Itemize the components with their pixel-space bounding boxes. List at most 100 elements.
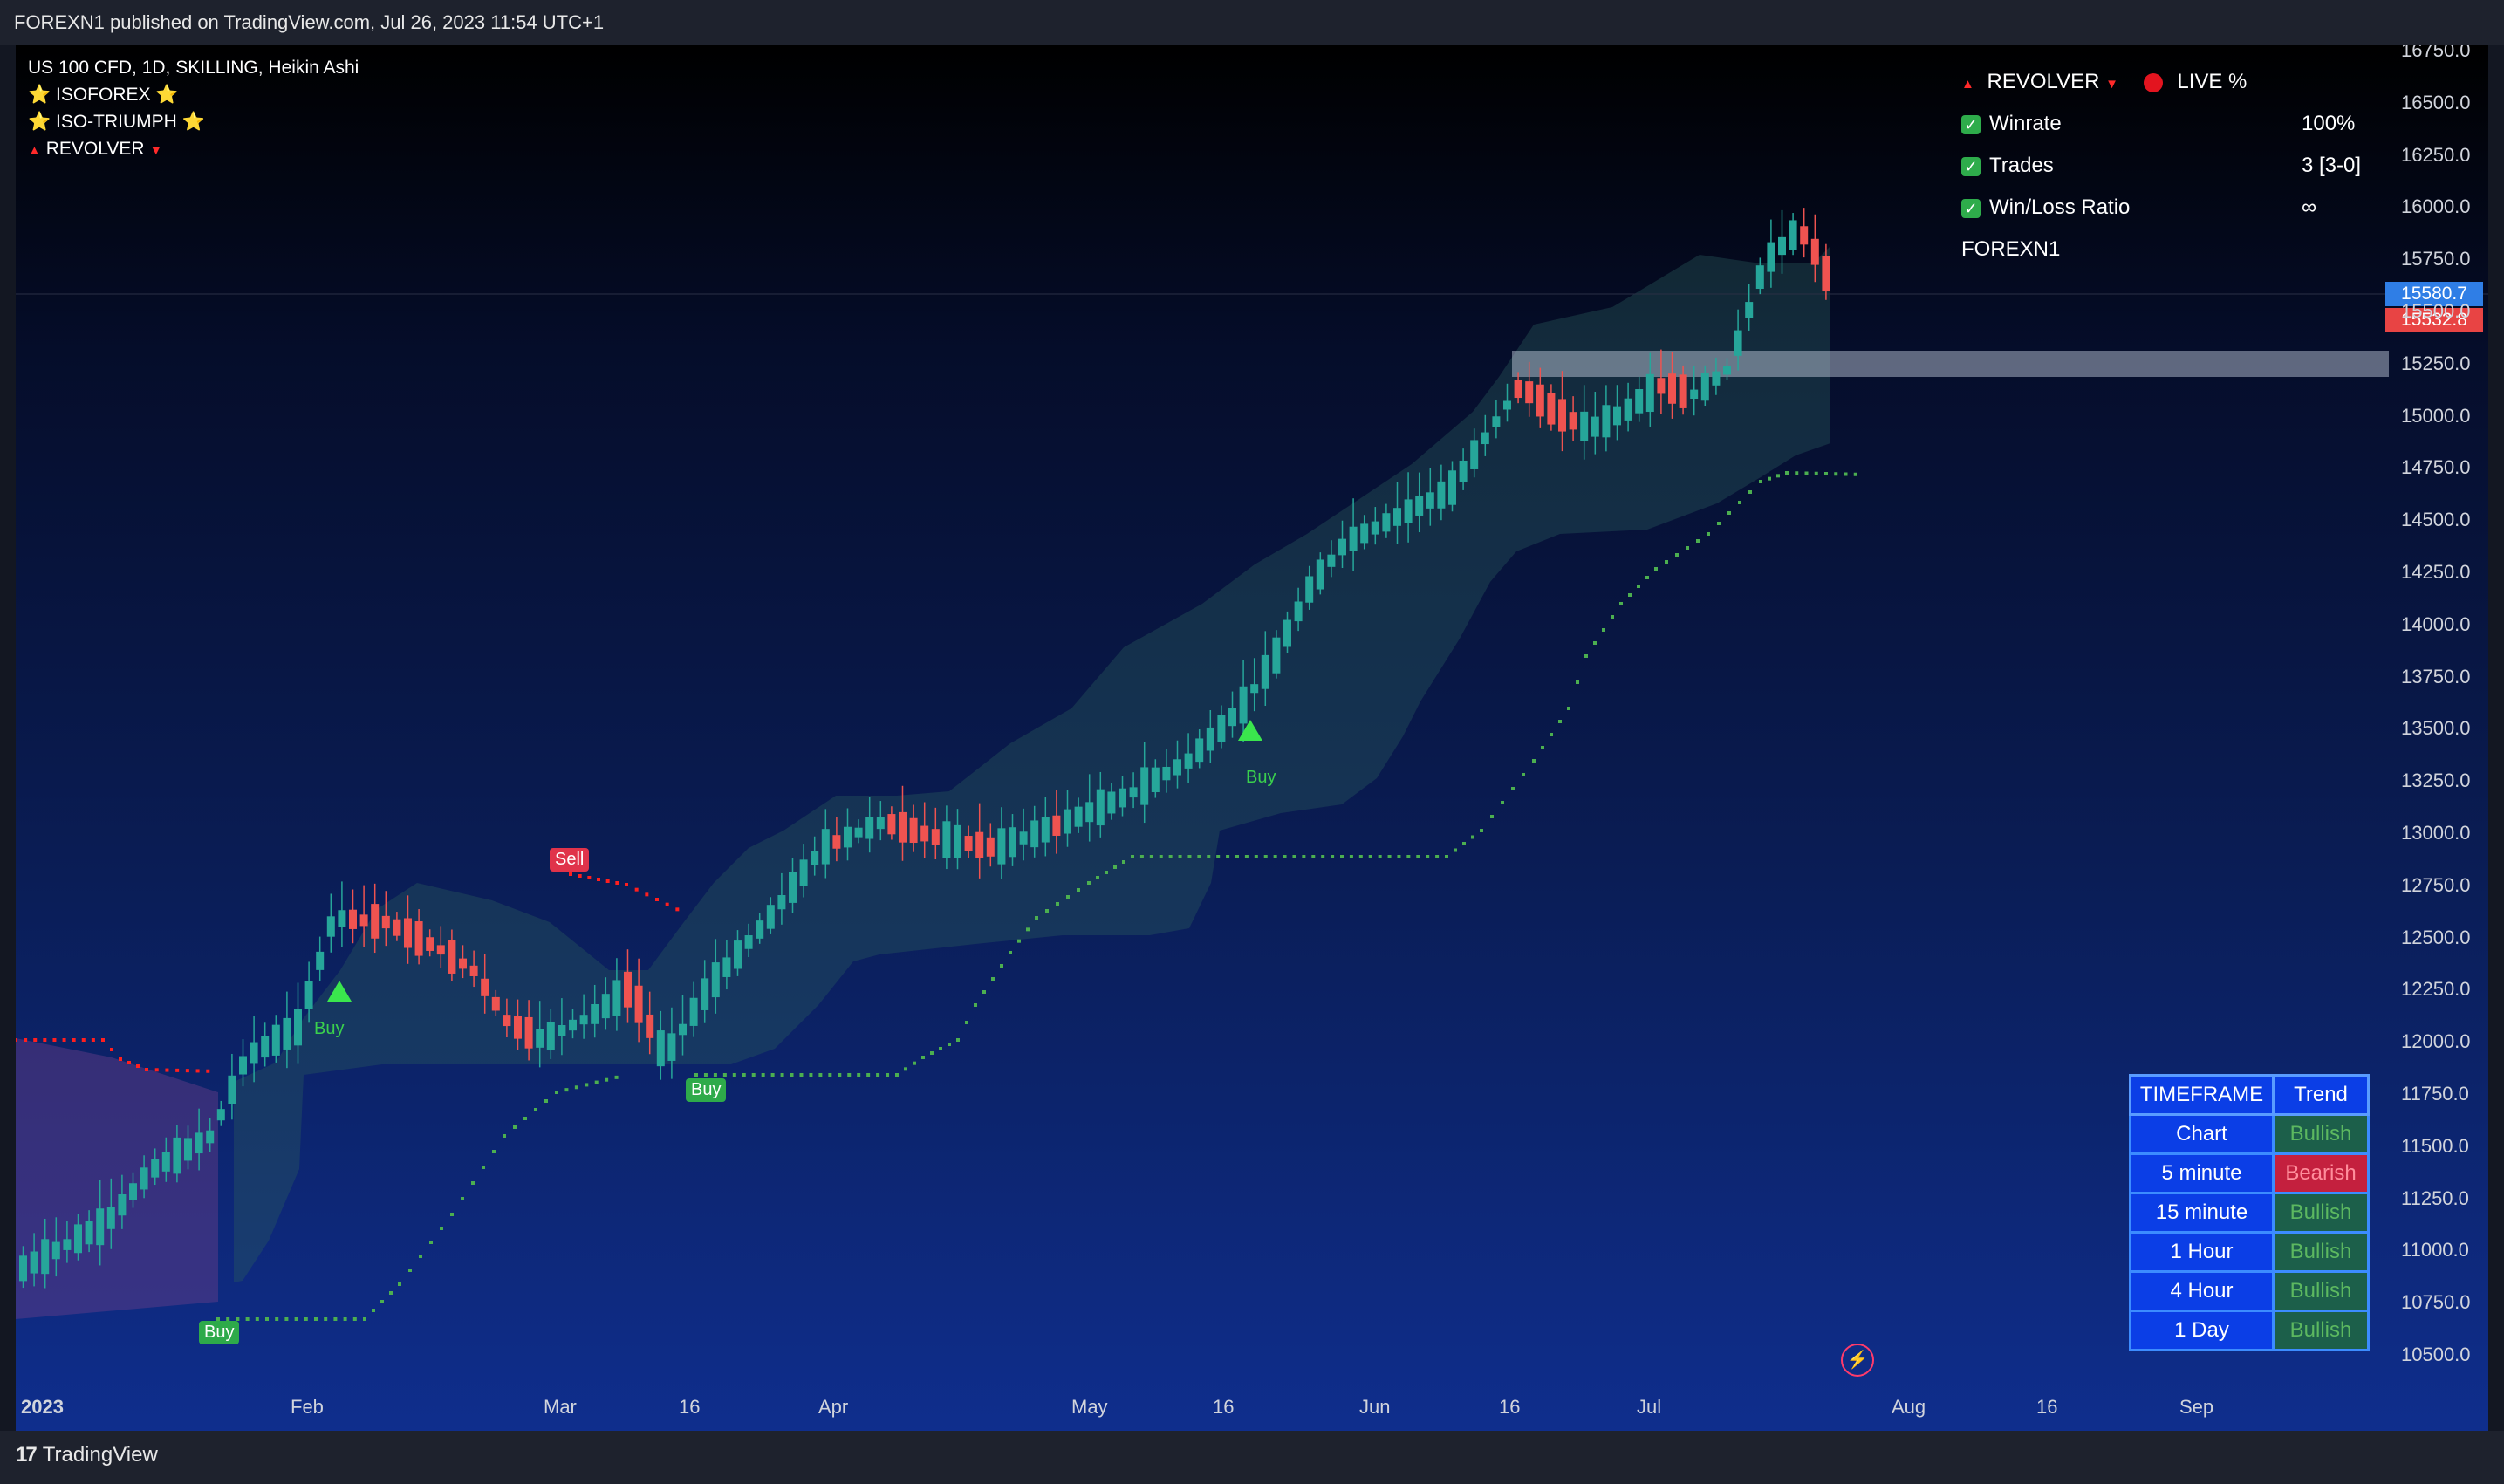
candle-body [832,835,841,849]
price-tick-label: 14750.0 [2401,456,2471,479]
trailing-stop-dot [1254,855,1258,858]
candle-body [1810,238,1819,265]
legend-iso-triumph[interactable]: ⭐ ISO-TRIUMPH ⭐ [28,108,359,135]
trailing-stop-dot [1340,855,1344,858]
trailing-stop-dot [722,1073,727,1077]
trailing-stop-dot [1593,641,1597,645]
trailing-stop-dot [1532,759,1536,763]
candle-body [1140,767,1149,805]
star-icon: ⭐ [155,85,179,105]
trailing-stop-dot [1235,855,1239,858]
candle-body [1294,601,1303,622]
trailing-stop-dot [1567,707,1570,710]
candle-body [206,1130,215,1144]
candle-body [865,817,874,839]
trailing-stop-dot [1522,773,1525,776]
trailing-stop-dot [1738,501,1741,504]
trailing-stop-dot [503,1134,506,1138]
trailing-stop-dot [1576,680,1579,684]
trailing-stop-dot [732,1073,736,1077]
candle-body [161,1152,170,1172]
header-timeframe: TIMEFRAME [2129,1074,2275,1116]
candle-body [1052,815,1061,836]
price-tick-label: 10750.0 [2401,1291,2471,1314]
lightning-icon[interactable]: ⚡ [1841,1344,1874,1377]
trailing-stop-dot [195,1069,200,1073]
trailing-stop-dot [492,1150,496,1153]
price-tick-label: 16250.0 [2401,143,2471,166]
trailing-stop-dot [245,1317,250,1321]
live-dot-icon [2143,72,2163,92]
candle-body [1602,405,1611,438]
time-tick-label: May [1071,1396,1108,1418]
time-tick-label: Sep [2179,1396,2214,1418]
trailing-stop-dot [52,1038,57,1042]
candle-body [1459,460,1468,482]
candle-body [1822,256,1830,292]
candle-body [854,827,863,838]
trailing-stop-dot [333,1317,338,1321]
trailing-stop-dot [857,1073,861,1077]
candle-body [1613,406,1621,426]
chart-panel[interactable]: US 100 CFD, 1D, SKILLING, Heikin Ashi ⭐ … [16,45,2488,1431]
candle-body [1119,788,1126,808]
candle-body [491,996,500,1011]
trailing-stop-dot [136,1064,140,1068]
trailing-stop-dot [1853,472,1857,476]
price-tick-label: 16750.0 [2401,45,2471,61]
table-row: Chart Bullish [2129,1113,2370,1155]
candle-body [1690,389,1699,400]
candle-body [1272,637,1281,674]
checkmark-icon: ✓ [1961,198,1981,218]
header-trend: Trend [2272,1074,2370,1116]
trailing-stop-dot [461,1197,464,1200]
tradingview-logo[interactable]: 17 TradingView [16,1443,158,1467]
trailing-stop-dot [1283,855,1287,858]
candle-body [228,1075,236,1104]
trailing-stop-dot [703,1073,708,1077]
candle-body [876,817,885,830]
candle-body [1755,265,1764,290]
trailing-stop-dot [1550,733,1553,736]
candle-body [1800,226,1809,245]
tv-logo-icon: 17 [16,1443,38,1467]
candle-body [887,814,896,835]
price-tick-label: 13250.0 [2401,769,2471,792]
candle-body [1712,371,1721,386]
trailing-stop-dot [1717,522,1721,525]
trailing-stop-dot [1584,654,1588,658]
candle-body [1470,440,1479,469]
candle-body [1074,806,1083,827]
table-row: 1 Hour Bullish [2129,1231,2370,1273]
star-icon: ⭐ [28,85,51,105]
trailing-stop-dot [895,1073,899,1077]
trailing-stop-dot [1768,476,1771,481]
candle-body [656,1030,665,1067]
trailing-stop-dot [1776,474,1780,478]
price-tick-label: 13750.0 [2401,665,2471,687]
candle-body [711,962,720,998]
candle-body [1064,809,1071,834]
trailing-stop-dot [471,1181,475,1185]
price-tick-label: 13500.0 [2401,717,2471,740]
trailing-stop-dot [165,1068,169,1072]
trailing-stop-dot [594,1080,599,1084]
candle-body [239,1056,247,1075]
trailing-stop-dot [314,1317,318,1321]
trailing-stop-dot [1795,471,1799,475]
legend-revolver[interactable]: ▲ REVOLVER ▼ [28,135,359,164]
candle-body [756,920,764,939]
trailing-stop-dot [81,1038,86,1042]
candle-body [349,909,357,929]
legend-isoforex[interactable]: ⭐ ISOFOREX ⭐ [28,81,359,108]
candle-body [1536,384,1544,417]
price-tick-label: 11000.0 [2401,1239,2469,1262]
candle-body [436,945,445,955]
publish-text: FOREXN1 published on TradingView.com, Ju… [14,11,605,33]
trailing-stop-dot [275,1317,279,1321]
trailing-stop-dot [1096,876,1099,879]
candle-body [96,1208,105,1246]
trailing-stop-dot [665,902,669,906]
candle-body [51,1241,60,1260]
candle-body [931,829,940,845]
